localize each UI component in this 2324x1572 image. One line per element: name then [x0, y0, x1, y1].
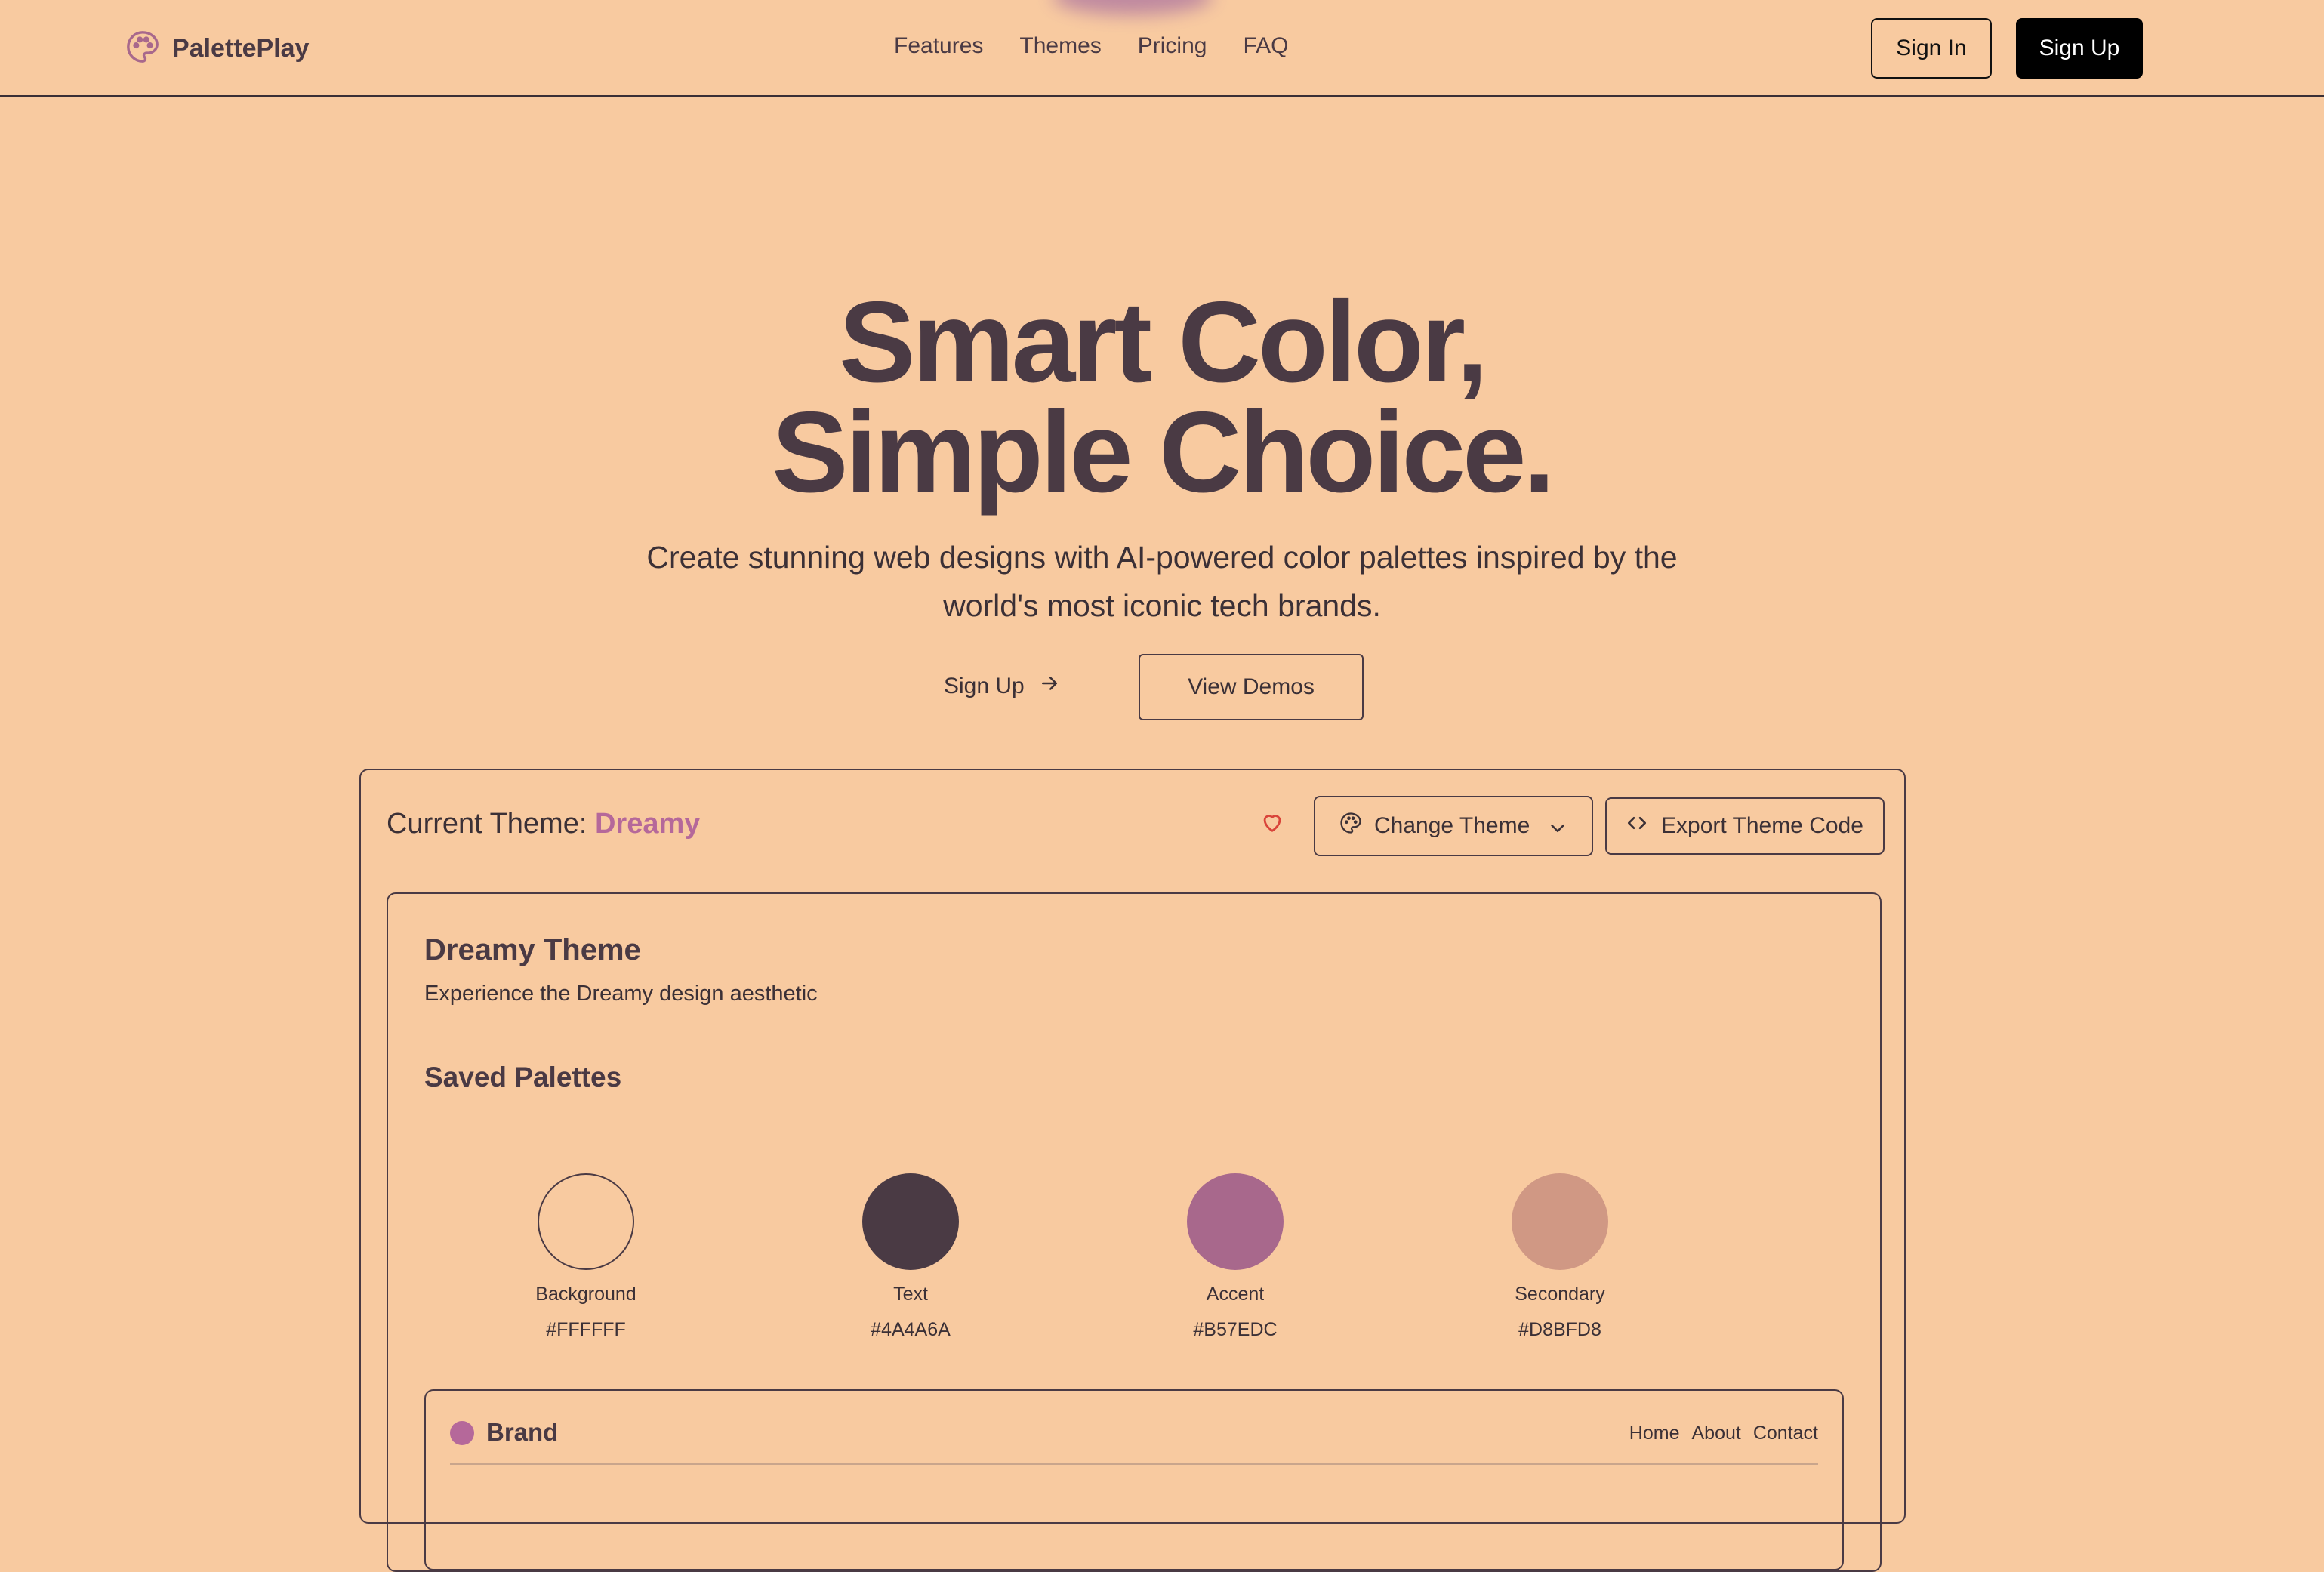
brand-logo[interactable]: PalettePlay [125, 30, 309, 66]
theme-panel: Current Theme: Dreamy Change Theme Expor… [359, 769, 1906, 1572]
theme-subtitle: Experience the Dreamy design aesthetic [424, 982, 818, 1006]
preview-nav-contact[interactable]: Contact [1753, 1423, 1818, 1444]
swatch-accent[interactable]: Accent #B57EDC [1160, 1173, 1311, 1341]
preview-nav-home[interactable]: Home [1629, 1423, 1680, 1444]
swatch-label: Background [535, 1284, 636, 1305]
hero-subtitle: Create stunning web designs with AI-powe… [646, 540, 1678, 623]
swatch-label: Secondary [1515, 1284, 1605, 1305]
sign-up-button[interactable]: Sign Up [2016, 18, 2143, 79]
sign-in-button[interactable]: Sign In [1871, 18, 1992, 79]
nav-link-themes[interactable]: Themes [1019, 33, 1101, 59]
export-theme-code-label: Export Theme Code [1661, 813, 1863, 838]
hero-sign-up-label: Sign Up [944, 673, 1025, 698]
arrow-right-icon [1038, 672, 1061, 701]
heart-icon[interactable] [1259, 809, 1285, 835]
view-demos-button[interactable]: View Demos [1139, 654, 1364, 720]
swatch-label: Accent [1206, 1284, 1265, 1305]
preview-brand: Brand [486, 1418, 559, 1446]
hero-sign-up-link[interactable]: Sign Up [944, 654, 1061, 719]
swatch-secondary[interactable]: Secondary #D8BFD8 [1484, 1173, 1635, 1341]
preview-divider [450, 1463, 1818, 1465]
palette-icon [1339, 812, 1362, 840]
swatch-text[interactable]: Text #4A4A6A [835, 1173, 986, 1341]
swatch-circle [862, 1173, 959, 1270]
current-theme-name: Dreamy [594, 808, 701, 840]
change-theme-button[interactable]: Change Theme [1314, 796, 1593, 856]
hero-title: Smart Color, Simple Choice. [0, 278, 2324, 516]
brand-name: PalettePlay [172, 33, 310, 63]
swatch-background[interactable]: Background #FFFFFF [510, 1173, 661, 1341]
theme-title: Dreamy Theme [424, 933, 641, 966]
swatch-hex: #FFFFFF [546, 1319, 626, 1340]
hero-title-line-2: Simple Choice. [772, 388, 1555, 516]
palette-icon [125, 29, 160, 68]
swatch-hex: #4A4A6A [871, 1319, 951, 1340]
nav-link-faq[interactable]: FAQ [1243, 33, 1288, 59]
swatch-circle [538, 1173, 634, 1270]
current-theme-heading: Current Theme: Dreamy [387, 808, 700, 840]
preview-nav: Home About Contact [1629, 1423, 1818, 1444]
preview-nav-about[interactable]: About [1691, 1423, 1740, 1444]
hero-title-line-1: Smart Color, [839, 278, 1488, 406]
saved-palettes-heading: Saved Palettes [424, 1062, 622, 1093]
nav-link-features[interactable]: Features [894, 33, 983, 59]
export-theme-code-button[interactable]: Export Theme Code [1605, 797, 1885, 855]
swatch-circle [1187, 1173, 1284, 1270]
chevron-down-icon [1546, 817, 1564, 835]
swatch-label: Text [893, 1284, 928, 1305]
swatch-hex: #B57EDC [1193, 1319, 1278, 1340]
theme-detail-card: Dreamy Theme Experience the Dreamy desig… [387, 892, 1882, 1572]
current-theme-label: Current Theme: [387, 808, 587, 840]
change-theme-label: Change Theme [1374, 813, 1530, 838]
code-icon [1625, 811, 1649, 841]
top-navbar: PalettePlay Features Themes Pricing FAQ … [0, 0, 2324, 97]
theme-preview-site: Brand Home About Contact [424, 1389, 1844, 1570]
swatch-hex: #D8BFD8 [1518, 1319, 1601, 1340]
main-nav: Features Themes Pricing FAQ [894, 33, 1288, 59]
preview-brand-dot [450, 1421, 474, 1445]
nav-link-pricing[interactable]: Pricing [1138, 33, 1207, 59]
swatch-circle [1512, 1173, 1608, 1270]
